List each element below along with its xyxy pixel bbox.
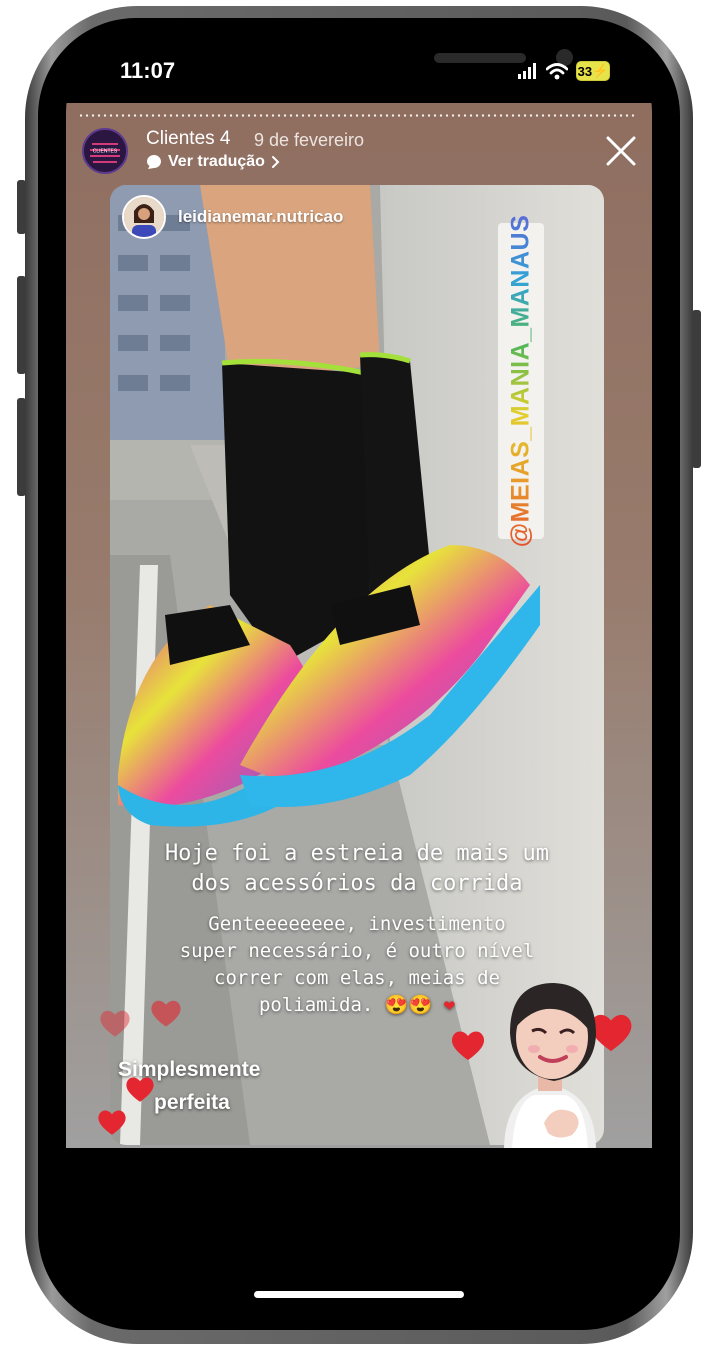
repost-handle[interactable]: leidianemar.nutricao [178,207,343,227]
avatar-logo-icon: CLIENTES [84,130,126,172]
battery-icon: 33 ⚡ [576,61,610,81]
caption-body-line: Genteeeeeeee, investimento [208,913,506,935]
notch [192,38,573,86]
home-indicator[interactable] [254,1291,464,1298]
heart-icon [100,1010,130,1037]
heart-icon [98,1110,126,1135]
heart-icon [126,1077,154,1102]
status-time: 11:07 [120,58,176,83]
heart-icon: ❤ [443,994,456,1016]
power-button [692,310,701,468]
wifi-icon [546,62,568,79]
caption-title: Hoje foi a estreia de mais um dos acessó… [110,839,604,899]
story-date: 9 de fevereiro [254,130,365,150]
screen: 11:07 33 ⚡ CLIENTES Clientes 4 9 de fever… [66,38,652,1310]
volume-up-button [17,276,26,374]
story-view[interactable]: CLIENTES Clientes 4 9 de fevereiro Ver t… [66,103,652,1148]
heart-icon [151,1000,181,1027]
svg-text:CLIENTES: CLIENTES [93,149,118,155]
caption-title-line: Hoje foi a estreia de mais um [164,841,550,866]
story-progress-bar [78,114,638,117]
close-icon[interactable] [604,134,638,168]
speaker [434,53,526,63]
author-avatar[interactable]: CLIENTES [82,128,128,174]
battery-level: 33 [577,63,593,79]
mute-switch [17,180,26,234]
caption-body-line: super necessário, é outro nível [179,940,535,962]
caption-body-text: poliamida. 😍😍 [258,994,433,1016]
repost-avatar[interactable] [122,195,166,239]
mention-sticker[interactable]: @MEIAS_MANIA_MANAUS [498,215,544,547]
translate-icon [147,155,161,169]
chevron-right-icon [271,156,280,168]
caption-title-line: dos acessórios da corrida [191,871,523,896]
mention-text: @MEIAS_MANIA_MANAUS [506,214,535,548]
bitmoji-sticker [504,983,596,1148]
volume-down-button [17,398,26,496]
story-author-name[interactable]: Clientes 4 [146,128,231,150]
signal-icon [518,63,536,79]
translate-label: Ver tradução [168,153,265,170]
translate-link[interactable]: Ver tradução [146,153,280,171]
status-icons: 33 ⚡ [518,60,610,82]
